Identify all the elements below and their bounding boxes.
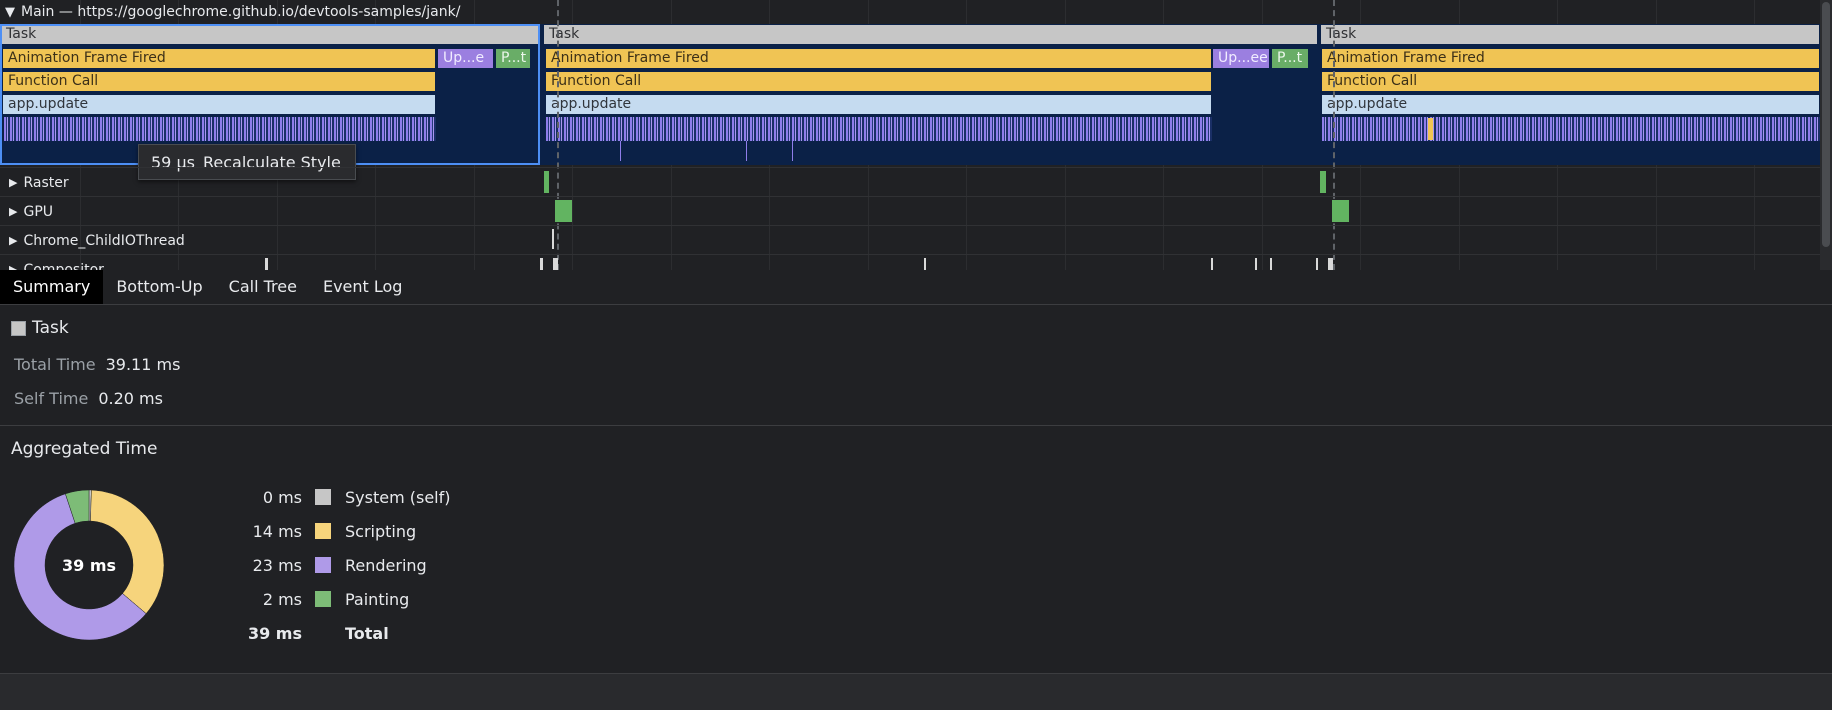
section-divider — [0, 425, 1832, 426]
summary-title: Task — [11, 318, 69, 338]
tab-call-tree[interactable]: Call Tree — [216, 270, 310, 304]
legend-total-label: Total — [345, 623, 389, 643]
legend-swatch-icon — [315, 523, 331, 539]
compositor-event[interactable] — [1328, 258, 1333, 270]
self-time-label: Self Time — [14, 389, 89, 408]
donut-center-label: 39 ms — [61, 555, 117, 575]
track-raster[interactable]: ▶ Raster — [0, 167, 1820, 197]
self-time-value: 0.20 ms — [98, 389, 163, 408]
category-swatch-icon — [11, 320, 26, 336]
layout-sub-events[interactable] — [1322, 117, 1820, 141]
expand-triangle-icon[interactable]: ▶ — [9, 176, 17, 189]
animation-frame-event[interactable]: Animation Frame Fired — [545, 48, 1212, 69]
expand-triangle-icon[interactable]: ▶ — [9, 234, 17, 247]
compositor-event[interactable] — [924, 258, 926, 270]
legend-swatch-icon — [315, 557, 331, 573]
total-time-value: 39.11 ms — [105, 355, 181, 374]
collapse-triangle-icon[interactable]: ▼ — [5, 5, 15, 20]
total-time-row: Total Time 39.11 ms — [14, 355, 180, 374]
main-track-label: Main — https://googlechrome.github.io/de… — [21, 4, 461, 20]
aggregated-time-title: Aggregated Time — [11, 439, 158, 459]
main-track-header[interactable]: ▼ Main — https://googlechrome.github.io/… — [0, 0, 540, 24]
legend-value: 23 ms — [252, 555, 302, 575]
style-sub-event[interactable] — [792, 141, 793, 161]
io-event[interactable] — [552, 229, 554, 249]
expand-triangle-icon[interactable]: ▶ — [9, 263, 17, 270]
track-chrome-childiothread[interactable]: ▶ Chrome_ChildIOThread — [0, 225, 1820, 255]
compositor-event[interactable] — [1316, 258, 1318, 270]
legend-row-scripting: 14 ms Scripting — [230, 520, 417, 542]
legend-total-value: 39 ms — [247, 623, 302, 643]
compositor-event[interactable] — [553, 258, 558, 270]
scrollbar-thumb[interactable] — [1822, 2, 1830, 247]
legend-row-painting: 2 ms Painting — [230, 588, 410, 610]
legend-swatch-icon — [315, 489, 331, 505]
track-gpu[interactable]: ▶ GPU — [0, 196, 1820, 226]
tab-summary[interactable]: Summary — [0, 270, 104, 304]
details-tabbar: Summary Bottom-Up Call Tree Event Log — [0, 270, 1832, 305]
function-call-event[interactable]: Function Call — [1321, 71, 1820, 92]
task-event[interactable]: Task — [543, 24, 1318, 45]
app-update-event[interactable]: app.update — [545, 94, 1212, 115]
legend-spacer — [315, 625, 331, 641]
animation-frame-event[interactable]: Animation Frame Fired — [1321, 48, 1820, 69]
function-call-event[interactable]: Function Call — [545, 71, 1212, 92]
compositor-event[interactable] — [1270, 258, 1272, 270]
legend-value: 0 ms — [262, 487, 302, 507]
legend-label: System (self) — [345, 487, 451, 507]
compositor-event[interactable] — [540, 258, 543, 270]
legend-label: Rendering — [345, 555, 427, 575]
raster-event[interactable] — [1320, 171, 1326, 193]
scripting-sub-event[interactable] — [1428, 118, 1433, 140]
total-time-label: Total Time — [14, 355, 96, 374]
track-label: Compositor — [23, 261, 104, 271]
gpu-event[interactable] — [1332, 200, 1349, 222]
tab-event-log[interactable]: Event Log — [310, 270, 416, 304]
self-time-row: Self Time 0.20 ms — [14, 389, 163, 408]
tab-bottom-up[interactable]: Bottom-Up — [103, 270, 215, 304]
legend-label: Painting — [345, 589, 410, 609]
legend-label: Scripting — [345, 521, 417, 541]
compositor-event[interactable] — [265, 258, 268, 270]
summary-panel: Task Total Time 39.11 ms Self Time 0.20 … — [0, 305, 1832, 425]
legend-swatch-icon — [315, 591, 331, 607]
legend-value: 2 ms — [262, 589, 302, 609]
compositor-event[interactable] — [1211, 258, 1213, 270]
gpu-event[interactable] — [555, 200, 572, 222]
timeline-flame-chart[interactable]: ▼ Main — https://googlechrome.github.io/… — [0, 0, 1832, 270]
track-label: Chrome_ChildIOThread — [23, 232, 185, 249]
track-label: Raster — [23, 174, 69, 191]
style-sub-event[interactable] — [746, 141, 747, 161]
raster-event[interactable] — [544, 171, 549, 193]
compositor-event[interactable] — [1255, 258, 1257, 270]
summary-event-name: Task — [32, 318, 69, 338]
task-event[interactable]: Task — [1320, 24, 1820, 45]
style-sub-event[interactable] — [620, 141, 621, 161]
expand-triangle-icon[interactable]: ▶ — [9, 205, 17, 218]
bottom-bar — [0, 674, 1832, 710]
layout-sub-events[interactable] — [546, 117, 1212, 141]
paint-event[interactable]: P...t — [1271, 48, 1309, 69]
legend-value: 14 ms — [252, 521, 302, 541]
track-compositor[interactable]: ▶ Compositor — [0, 254, 1820, 270]
flame-chart-scrollbar[interactable] — [1820, 0, 1832, 270]
legend-row-system: 0 ms System (self) — [230, 486, 451, 508]
update-layer-tree-event[interactable]: Up...ee — [1212, 48, 1270, 69]
legend-row-total: 39 ms Total — [230, 622, 389, 644]
app-update-event[interactable]: app.update — [1321, 94, 1820, 115]
legend-row-rendering: 23 ms Rendering — [230, 554, 427, 576]
track-label: GPU — [23, 203, 54, 220]
